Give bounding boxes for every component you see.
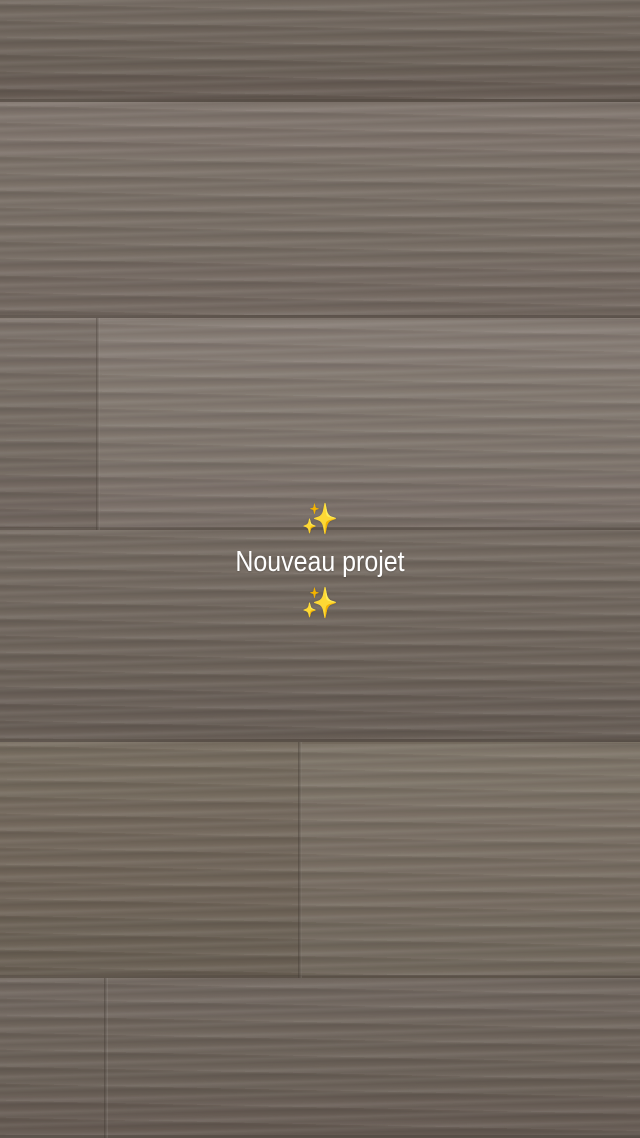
wood-plank — [0, 978, 640, 1138]
plank-seam — [96, 318, 100, 530]
wood-plank — [0, 102, 640, 318]
plank-tone — [0, 320, 96, 528]
plank-tone — [302, 744, 640, 976]
plank-seam — [104, 978, 108, 1138]
story-caption: ✨ Nouveau projet ✨ — [0, 500, 640, 624]
caption-title: Nouveau projet — [235, 546, 405, 578]
plank-tone — [100, 320, 640, 528]
sparkles-icon: ✨ — [301, 503, 339, 536]
story-canvas: ✨ Nouveau projet ✨ — [0, 0, 640, 1138]
sparkles-icon: ✨ — [301, 587, 339, 620]
plank-seam — [298, 742, 302, 978]
wood-plank — [0, 0, 640, 102]
